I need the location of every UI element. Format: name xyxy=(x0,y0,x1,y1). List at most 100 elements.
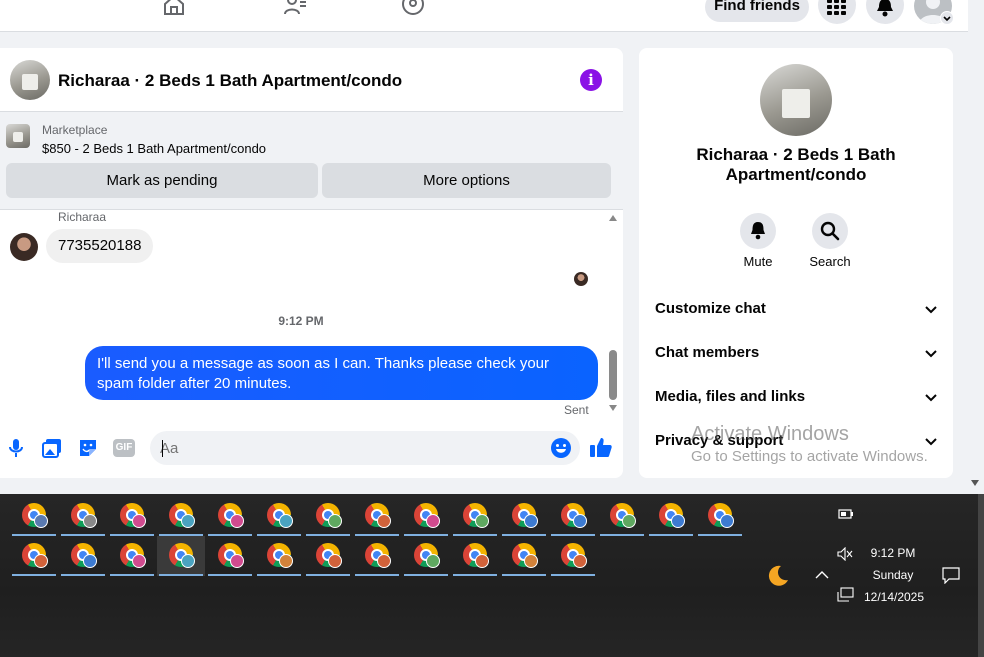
listing-small-thumbnail[interactable] xyxy=(6,124,30,148)
battery-icon[interactable] xyxy=(838,508,854,520)
incoming-message[interactable]: 7735520188 xyxy=(46,229,154,263)
outgoing-message[interactable]: I'll send you a message as soon as I can… xyxy=(85,346,598,400)
taskbar-chrome-window[interactable] xyxy=(255,536,303,576)
scroll-down-arrow[interactable] xyxy=(609,405,617,411)
clock-day[interactable]: Sunday xyxy=(860,568,926,582)
taskbar-chrome-window[interactable] xyxy=(451,536,499,576)
listing-price-title[interactable]: $850 - 2 Beds 1 Bath Apartment/condo xyxy=(42,141,266,156)
seen-indicator-avatar xyxy=(574,272,588,286)
taskbar-chrome-window[interactable] xyxy=(647,496,695,536)
chevron-up-icon[interactable] xyxy=(814,570,830,580)
profile-badge-icon xyxy=(377,554,391,568)
taskbar-chrome-window[interactable] xyxy=(108,536,156,576)
notification-icon[interactable] xyxy=(942,566,960,584)
taskbar-chrome-window[interactable] xyxy=(304,496,352,536)
chrome-icon xyxy=(71,503,97,528)
taskbar-chrome-window[interactable] xyxy=(500,536,548,576)
gif-icon[interactable]: GIF xyxy=(113,439,135,457)
scroll-thumb[interactable] xyxy=(609,350,617,400)
taskbar-chrome-window[interactable] xyxy=(157,496,205,536)
taskbar-chrome-window[interactable] xyxy=(598,496,646,536)
taskbar-chrome-window[interactable] xyxy=(402,496,450,536)
taskbar-chrome-window[interactable] xyxy=(59,496,107,536)
taskbar-chrome-window[interactable] xyxy=(353,496,401,536)
taskbar-chrome-window[interactable] xyxy=(402,536,450,576)
chrome-icon xyxy=(561,543,587,568)
running-indicator xyxy=(698,534,742,536)
taskbar-chrome-window[interactable] xyxy=(255,496,303,536)
taskbar-chrome-window[interactable] xyxy=(549,536,597,576)
profile-badge-icon xyxy=(181,554,195,568)
running-indicator xyxy=(649,534,693,536)
chat-window: Richaraa · 2 Beds 1 Bath Apartment/condo… xyxy=(0,48,623,478)
chrome-icon xyxy=(561,503,587,528)
friends-icon[interactable] xyxy=(283,0,307,16)
profile-badge-icon xyxy=(132,554,146,568)
taskbar-chrome-window[interactable] xyxy=(59,536,107,576)
marketplace-listing-card: Marketplace $850 - 2 Beds 1 Bath Apartme… xyxy=(0,112,623,210)
info-icon[interactable]: i xyxy=(580,69,602,91)
taskbar-chrome-window[interactable] xyxy=(157,536,205,576)
profile-badge-icon xyxy=(279,554,293,568)
mute-button[interactable] xyxy=(740,213,776,249)
profile-badge-icon xyxy=(132,514,146,528)
taskbar-chrome-window[interactable] xyxy=(206,496,254,536)
profile-badge-icon xyxy=(181,514,195,528)
chat-title[interactable]: Richaraa · 2 Beds 1 Bath Apartment/condo xyxy=(58,71,402,91)
profile-badge-icon xyxy=(524,514,538,528)
network-icon[interactable] xyxy=(837,587,855,603)
find-friends-button[interactable]: Find friends xyxy=(705,0,809,22)
gallery-icon[interactable] xyxy=(41,437,63,459)
taskbar-chrome-window[interactable] xyxy=(353,536,401,576)
listing-thumbnail[interactable] xyxy=(10,60,50,100)
muted-speaker-icon[interactable] xyxy=(837,547,853,561)
chrome-icon xyxy=(463,503,489,528)
thumbs-up-icon[interactable] xyxy=(589,435,613,459)
clock-date[interactable]: 12/14/2025 xyxy=(860,590,928,604)
chrome-icon xyxy=(659,503,685,528)
scroll-up-arrow[interactable] xyxy=(609,215,617,221)
taskbar-chrome-window[interactable] xyxy=(549,496,597,536)
taskbar-chrome-window[interactable] xyxy=(304,536,352,576)
chevron-down-icon xyxy=(925,350,937,358)
taskbar-chrome-window[interactable] xyxy=(10,496,58,536)
chat-header: Richaraa · 2 Beds 1 Bath Apartment/condo… xyxy=(0,48,623,112)
chat-members-section[interactable]: Chat members xyxy=(655,344,937,366)
chrome-icon xyxy=(120,543,146,568)
search-button[interactable] xyxy=(812,213,848,249)
windows-taskbar: 9:12 PM Sunday 12/14/2025 xyxy=(0,494,984,657)
taskbar-chrome-window[interactable] xyxy=(206,536,254,576)
home-icon[interactable] xyxy=(162,0,186,16)
listing-photo[interactable] xyxy=(760,64,832,136)
sticker-icon[interactable] xyxy=(77,437,99,459)
running-indicator xyxy=(12,574,56,576)
moon-icon[interactable] xyxy=(765,563,791,589)
sender-avatar[interactable] xyxy=(10,233,38,261)
taskbar-chrome-window[interactable] xyxy=(500,496,548,536)
message-input[interactable] xyxy=(160,438,540,458)
clock-time[interactable]: 9:12 PM xyxy=(860,546,926,560)
taskbar-chrome-window[interactable] xyxy=(696,496,744,536)
microphone-icon[interactable] xyxy=(5,437,27,459)
chrome-icon xyxy=(414,543,440,568)
message-input-container[interactable] xyxy=(150,431,580,465)
running-indicator xyxy=(306,574,350,576)
groups-icon[interactable] xyxy=(401,0,425,16)
search-icon xyxy=(820,221,840,241)
menu-button[interactable] xyxy=(818,0,856,24)
chrome-icon xyxy=(22,543,48,568)
media-files-links-section[interactable]: Media, files and links xyxy=(655,388,937,410)
more-options-button[interactable]: More options xyxy=(322,163,611,198)
notifications-button[interactable] xyxy=(866,0,904,24)
emoji-icon[interactable] xyxy=(550,437,572,459)
account-chevron-icon[interactable] xyxy=(940,11,954,25)
taskbar-chrome-window[interactable] xyxy=(451,496,499,536)
chrome-icon xyxy=(169,503,195,528)
page-scroll-down-arrow[interactable] xyxy=(971,480,979,486)
taskbar-chrome-window[interactable] xyxy=(10,536,58,576)
taskbar-chrome-window[interactable] xyxy=(108,496,156,536)
mark-as-pending-button[interactable]: Mark as pending xyxy=(6,163,318,198)
taskbar-edge xyxy=(978,494,984,657)
customize-chat-section[interactable]: Customize chat xyxy=(655,300,937,322)
page-scrollbar-track[interactable] xyxy=(968,0,984,494)
